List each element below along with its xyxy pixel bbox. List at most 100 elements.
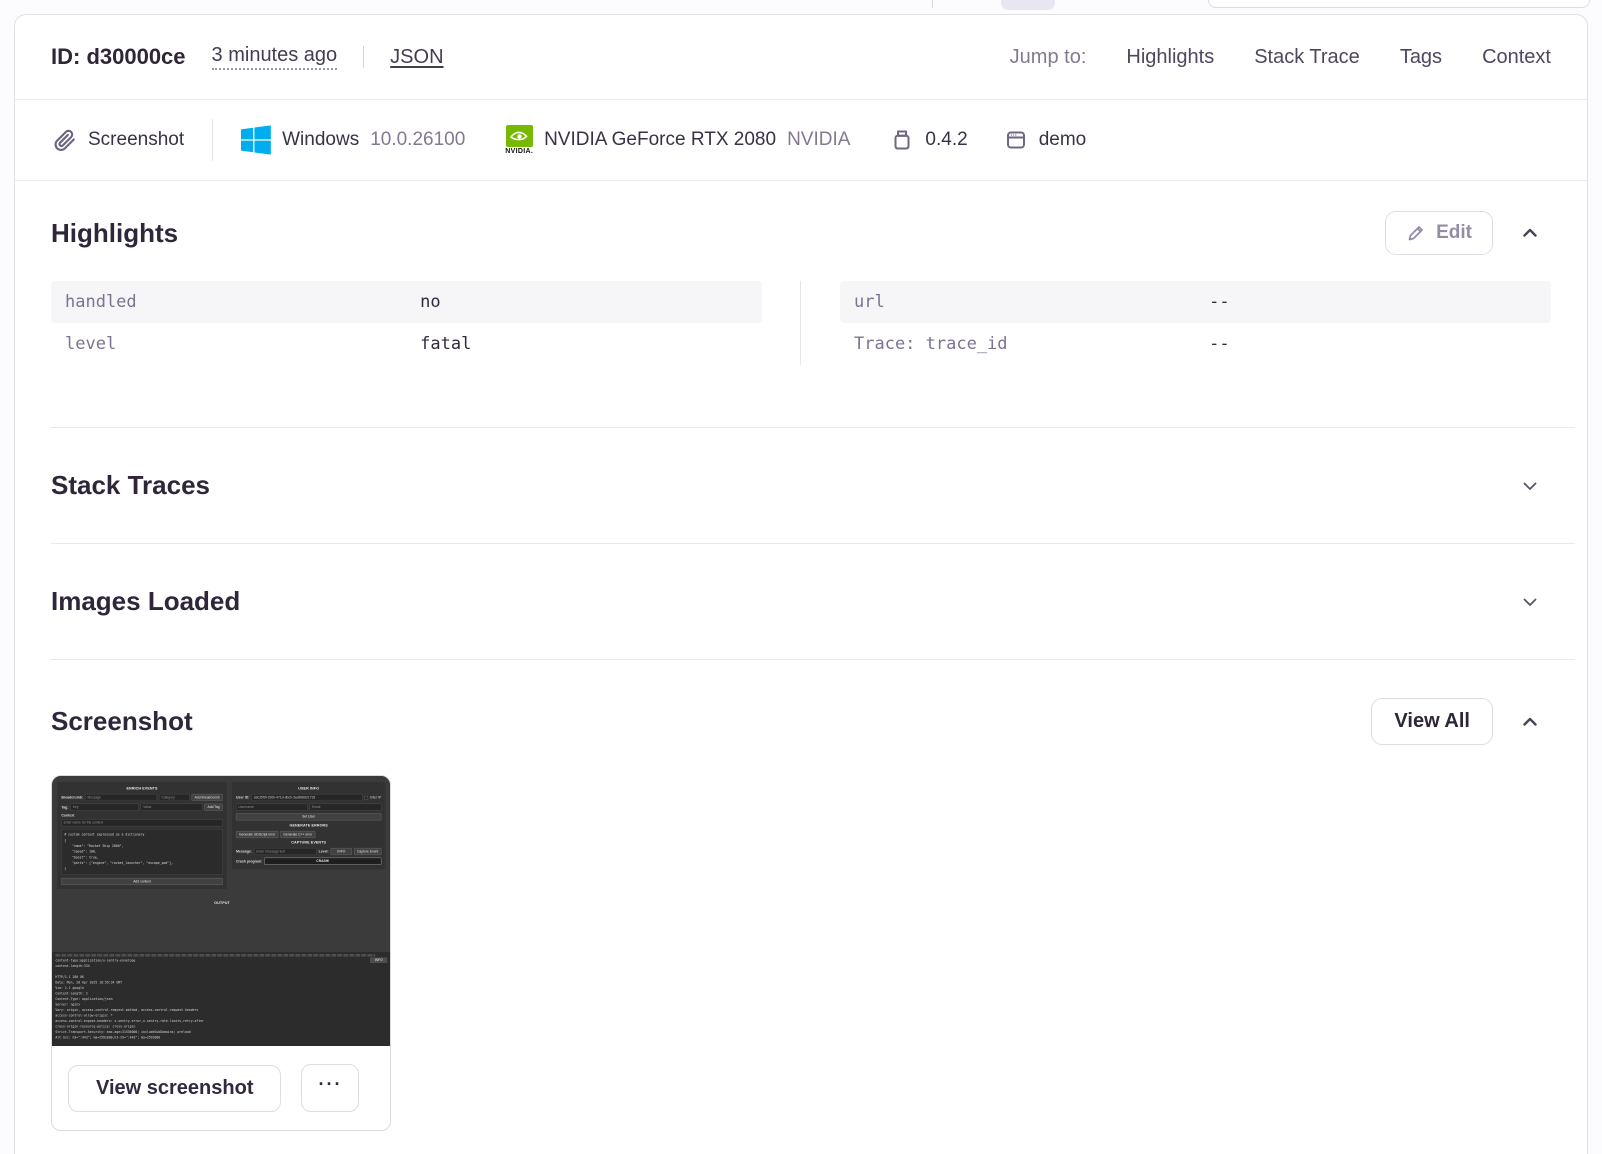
jump-to-label: Jump to: [1009, 45, 1087, 68]
event-header: ID: d30000ce 3 minutes ago JSON Jump to:… [15, 15, 1587, 100]
top-fragment-box [1208, 0, 1590, 8]
thumb-add-breadcrumb-button: Add Breadcrumb [191, 793, 223, 801]
chevron-down-icon [1523, 598, 1537, 606]
screenshot-thumbnail[interactable]: ENRICH EVENTS Breadcrumb: Message Catego… [52, 776, 390, 1046]
thumb-generate-cpp-button: Generate C++ error [280, 830, 316, 838]
highlights-column-divider [800, 281, 801, 365]
thumb-context-label: Context [61, 813, 75, 818]
thumb-capture-events-title: CAPTURE EVENTS [291, 840, 327, 845]
thumb-infer-ip-label: Infer IP [370, 795, 382, 800]
thumb-generate-errors-title: GENERATE ERRORS [289, 823, 328, 828]
thumb-context-code: # custom context expressed as a dictiona… [61, 828, 223, 875]
stack-traces-section: Stack Traces [15, 428, 1587, 543]
pencil-icon [1406, 223, 1426, 243]
windows-logo-icon [241, 125, 271, 155]
gpu-context: NVIDIA. NVIDIA GeForce RTX 2080 NVIDIA [505, 125, 850, 155]
stack-traces-title: Stack Traces [51, 470, 211, 500]
thumb-breadcrumb-category-input: Category [158, 793, 190, 801]
jump-to-nav: Jump to: Highlights Stack Trace Tags Contex… [1010, 46, 1551, 69]
highlight-value: -- [1209, 292, 1230, 312]
highlight-value: fatal [420, 334, 472, 354]
context-bar: Screenshot Windows 10.0.26100 NVIDIA. NV… [15, 100, 1587, 181]
release-context: 0.4.2 [890, 128, 968, 152]
thumb-breadcrumb-label: Breadcrumb: [61, 795, 84, 800]
paperclip-icon [51, 127, 77, 153]
expand-images-loaded-chevron[interactable] [1515, 587, 1545, 617]
environment-context: demo [1004, 128, 1087, 152]
thumb-set-user-button: Set User [235, 813, 382, 821]
highlight-row: handled no [51, 281, 762, 323]
thumb-add-context-button: Add context [61, 877, 223, 885]
thumb-tag-label: Tag: [61, 805, 69, 810]
thumb-add-tag-button: Add Tag [204, 803, 223, 811]
chevron-down-icon [1523, 482, 1537, 490]
chevron-up-icon [1523, 228, 1537, 237]
highlights-section: Highlights Edit handled no level fatal u… [15, 181, 1587, 427]
thumb-enrich-panel: ENRICH EVENTS Breadcrumb: Message Catego… [57, 781, 227, 889]
json-link[interactable]: JSON [390, 46, 443, 69]
view-screenshot-button[interactable]: View screenshot [68, 1064, 282, 1112]
top-fragment-pill [1001, 0, 1055, 10]
gpu-name: NVIDIA GeForce RTX 2080 [544, 129, 777, 150]
event-time-link[interactable]: 3 minutes ago [211, 44, 338, 70]
thumb-level-label: Level: [318, 849, 329, 854]
environment-name: demo [1038, 129, 1087, 150]
thumb-tag-value-input: Value [140, 803, 203, 811]
highlights-right-column: url -- Trace: trace_id -- [840, 281, 1551, 365]
jump-link[interactable]: Context [1482, 46, 1551, 69]
highlights-left-column: handled no level fatal [51, 281, 762, 365]
thumb-user-id-label: User ID: [235, 795, 250, 800]
thumb-message-label: Message: [235, 849, 252, 854]
jump-link[interactable]: Stack Trace [1254, 46, 1360, 69]
highlight-row: level fatal [51, 323, 762, 365]
thumb-capture-event-button: Capture Event [354, 847, 382, 855]
highlight-key: url [854, 292, 885, 312]
screenshot-title: Screenshot [51, 706, 193, 736]
event-details-panel: ID: d30000ce 3 minutes ago JSON Jump to:… [14, 14, 1588, 1154]
jump-link[interactable]: Highlights [1126, 46, 1214, 69]
thumb-code-line: } [64, 866, 67, 871]
attachment-chip[interactable]: Screenshot [51, 127, 184, 153]
nvidia-caption: NVIDIA. [505, 148, 534, 155]
screenshot-card: ENRICH EVENTS Breadcrumb: Message Catego… [51, 775, 391, 1131]
highlight-row: url -- [840, 281, 1551, 323]
thumb-crash-label: Crash program: [235, 859, 263, 864]
thumb-output-log: content-type:application/x-sentry-envelo… [52, 951, 390, 1046]
images-loaded-title: Images Loaded [51, 586, 241, 616]
highlight-key: level [65, 334, 117, 354]
edit-highlights-button[interactable]: Edit [1385, 211, 1493, 255]
highlight-row: Trace: trace_id -- [840, 323, 1551, 365]
thumb-output-title: OUTPUT [214, 900, 230, 905]
highlights-grid: handled no level fatal url -- Trace: tra… [51, 281, 1551, 365]
highlight-key: Trace: trace_id [854, 334, 1008, 354]
thumb-crash-button: CRASH! [264, 857, 382, 865]
highlights-title: Highlights [51, 217, 179, 248]
thumb-breadcrumb-message-input: Message [85, 793, 157, 801]
event-id: ID: d30000ce [51, 44, 186, 69]
thumb-info-badge: INFO [370, 957, 388, 963]
collapse-screenshot-chevron[interactable] [1515, 707, 1545, 737]
thumb-truncated-log-line [55, 953, 376, 957]
thumb-enrich-title: ENRICH EVENTS [126, 786, 158, 791]
window-icon [1004, 128, 1028, 152]
thumb-generate-gdscript-button: Generate GDScript error [235, 830, 279, 838]
thumb-level-select: INFO [330, 847, 353, 855]
highlight-value: no [420, 292, 441, 312]
more-options-button[interactable]: ··· [301, 1064, 360, 1112]
thumb-user-panel: USER INFO User ID: a9c35f9f-290b-471d-db… [231, 781, 386, 870]
jump-link[interactable]: Tags [1400, 46, 1442, 69]
top-fragment-divider [932, 0, 933, 8]
view-all-button[interactable]: View All [1371, 698, 1493, 745]
thumb-tag-key-input: Key [70, 803, 139, 811]
screenshot-section: Screenshot View All ENRICH EVENTS Breadc… [15, 660, 1587, 1131]
images-loaded-section: Images Loaded [15, 544, 1587, 659]
expand-stack-traces-chevron[interactable] [1515, 471, 1545, 501]
chevron-up-icon [1523, 717, 1537, 726]
screenshot-card-footer: View screenshot ··· [52, 1046, 390, 1130]
nvidia-logo-icon: NVIDIA. [505, 125, 533, 155]
os-context: Windows 10.0.26100 [241, 125, 465, 155]
collapse-highlights-chevron[interactable] [1515, 218, 1545, 248]
attachment-label: Screenshot [88, 129, 185, 150]
thumb-username-input: Username [235, 803, 308, 811]
thumb-log-line: Alt-Svc: h3=":443"; ma=2592000,h3-29=":4… [55, 1035, 161, 1040]
